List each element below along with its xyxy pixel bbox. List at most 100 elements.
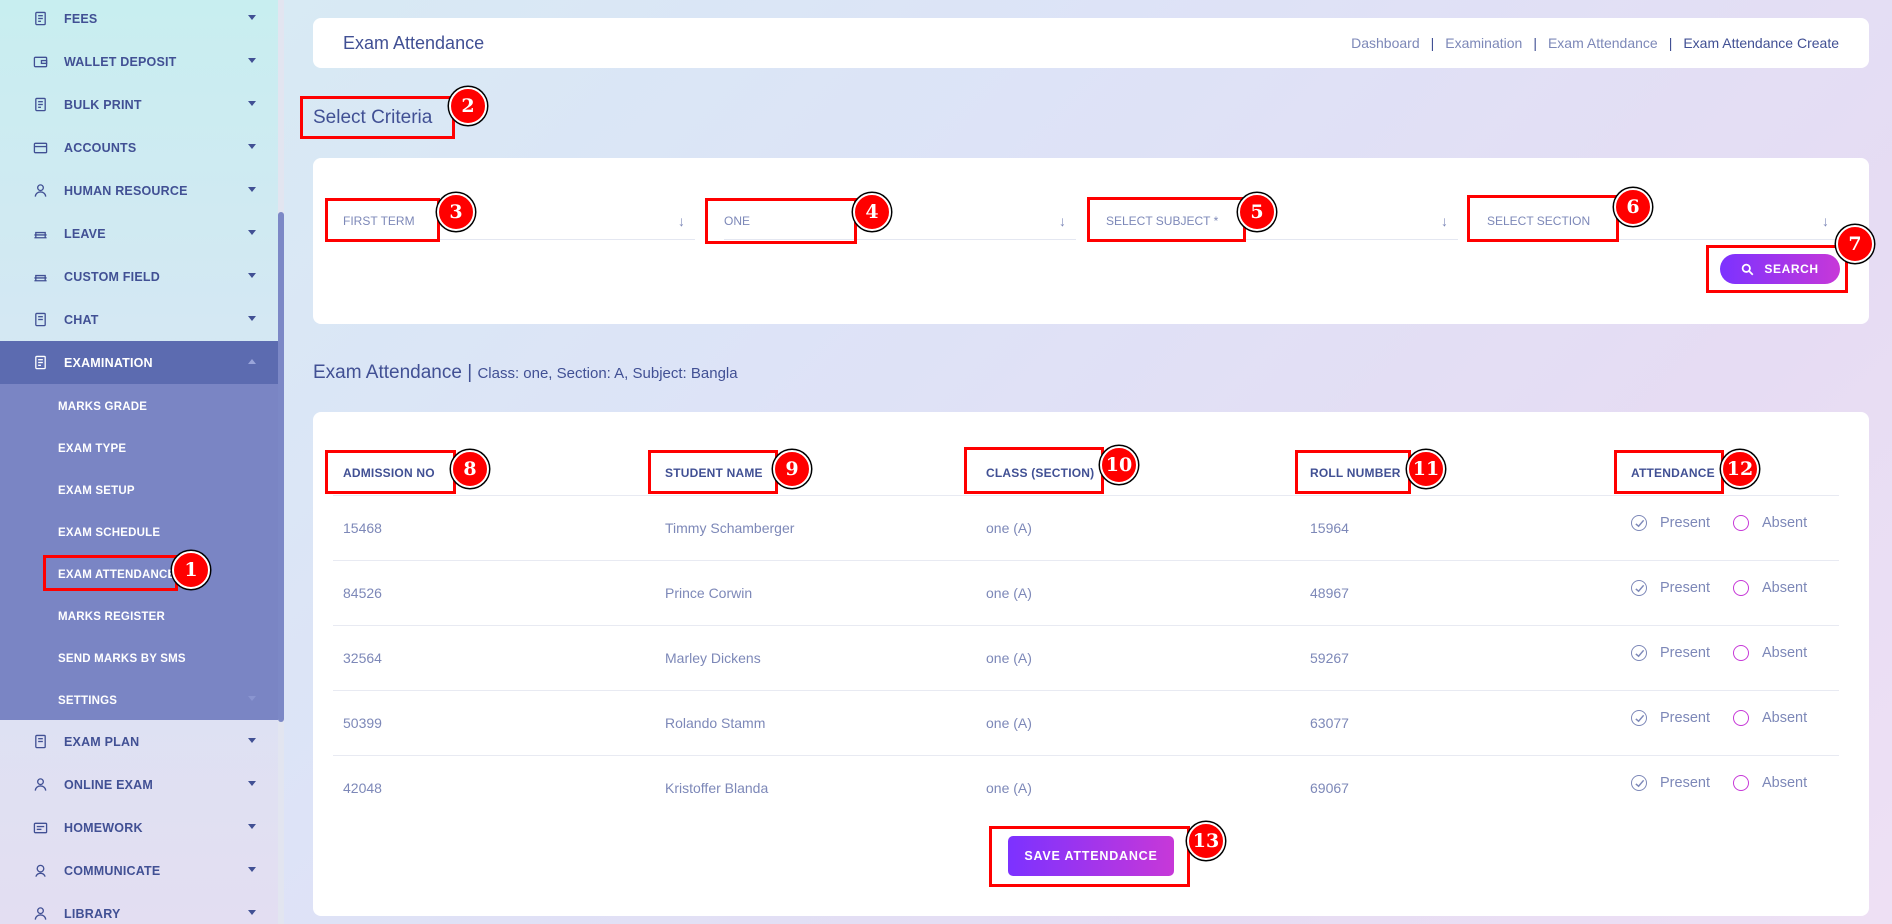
sidebar-item-chat[interactable]: CHAT <box>0 298 278 341</box>
attendance-title: Exam Attendance | Class: one, Section: A… <box>313 362 738 384</box>
attendance-subtitle: Class: one, Section: A, Subject: Bangla <box>477 365 738 382</box>
chevron-down-icon <box>248 738 256 743</box>
sidebar-item-homework[interactable]: HOMEWORK <box>0 806 278 849</box>
submenu-item-send-marks-by-sms[interactable]: SEND MARKS BY SMS <box>58 653 186 665</box>
absent-label: Absent <box>1762 775 1808 791</box>
chat-icon <box>32 312 48 328</box>
sidebar-item-leave[interactable]: LEAVE <box>0 212 278 255</box>
absent-radio[interactable]: Absent <box>1733 710 1807 726</box>
library-icon <box>32 906 48 922</box>
wallet-icon <box>32 54 48 70</box>
sidebar-item-accounts[interactable]: ACCOUNTS <box>0 126 278 169</box>
radio-circle-icon <box>1733 580 1749 596</box>
sidebar-item-wallet-deposit[interactable]: WALLET DEPOSIT <box>0 40 278 83</box>
breadcrumb-examination[interactable]: Examination <box>1445 35 1522 51</box>
absent-radio[interactable]: Absent <box>1733 580 1807 596</box>
breadcrumb: Dashboard | Examination | Exam Attendanc… <box>1351 35 1839 51</box>
arrow-down-icon: ↓ <box>1059 213 1066 229</box>
sidebar-item-label: COMMUNICATE <box>64 863 161 878</box>
annotation-box <box>989 826 1190 887</box>
cell-student-name: Marley Dickens <box>665 650 761 666</box>
absent-radio[interactable]: Absent <box>1733 515 1807 531</box>
sidebar-item-fees[interactable]: FEES <box>0 0 278 40</box>
sidebar-item-examination[interactable]: EXAMINATION <box>0 341 278 384</box>
annotation-box <box>648 450 778 494</box>
cell-class-section: one (A) <box>986 715 1032 731</box>
online-exam-icon <box>32 777 48 793</box>
present-radio[interactable]: Present <box>1631 710 1710 726</box>
chevron-down-icon <box>248 58 256 63</box>
annotation-box <box>1614 450 1724 494</box>
annotation-badge: 7 <box>1836 225 1874 263</box>
present-radio[interactable]: Present <box>1631 645 1710 661</box>
sidebar-item-label: FEES <box>64 11 98 26</box>
submenu-item-marks-grade[interactable]: MARKS GRADE <box>58 401 147 413</box>
chevron-down-icon <box>248 781 256 786</box>
breadcrumb-exam-attendance[interactable]: Exam Attendance <box>1548 35 1658 51</box>
chevron-down-icon <box>248 696 256 701</box>
sidebar-item-custom-field[interactable]: CUSTOM FIELD <box>0 255 278 298</box>
submenu-item-exam-schedule[interactable]: EXAM SCHEDULE <box>58 527 160 539</box>
breadcrumb-dashboard[interactable]: Dashboard <box>1351 35 1420 51</box>
submenu-item-marks-register[interactable]: MARKS REGISTER <box>58 611 165 623</box>
radio-circle-icon <box>1733 515 1749 531</box>
absent-label: Absent <box>1762 645 1808 661</box>
scrollbar-thumb[interactable] <box>278 212 284 722</box>
sidebar-item-label: EXAMINATION <box>64 355 153 370</box>
absent-radio[interactable]: Absent <box>1733 775 1807 791</box>
sidebar-scrollbar[interactable] <box>278 0 284 924</box>
annotation-badge: 1 <box>172 551 210 589</box>
breadcrumb-separator: | <box>1533 35 1537 51</box>
present-radio[interactable]: Present <box>1631 775 1710 791</box>
annotation-badge: 2 <box>449 87 487 125</box>
cell-admission-no: 50399 <box>343 715 382 731</box>
sidebar-item-label: BULK PRINT <box>64 97 142 112</box>
annotation-badge: 11 <box>1407 450 1445 488</box>
annotation-box <box>300 96 455 139</box>
chevron-down-icon <box>248 867 256 872</box>
attendance-heading: Exam Attendance | <box>313 362 473 383</box>
present-radio[interactable]: Present <box>1631 580 1710 596</box>
sidebar-item-human-resource[interactable]: HUMAN RESOURCE <box>0 169 278 212</box>
sidebar-item-library[interactable]: LIBRARY <box>0 892 278 924</box>
present-label: Present <box>1660 775 1710 791</box>
annotation-box <box>1706 245 1848 293</box>
fees-icon <box>32 11 48 27</box>
absent-radio[interactable]: Absent <box>1733 645 1807 661</box>
cell-student-name: Kristoffer Blanda <box>665 780 769 796</box>
print-icon <box>32 97 48 113</box>
examination-submenu: MARKS GRADE EXAM TYPE EXAM SETUP EXAM SC… <box>0 384 278 720</box>
annotation-badge: 9 <box>773 450 811 488</box>
submenu-item-exam-type[interactable]: EXAM TYPE <box>58 443 126 455</box>
sidebar-item-online-exam[interactable]: ONLINE EXAM <box>0 763 278 806</box>
present-radio[interactable]: Present <box>1631 515 1710 531</box>
cell-roll-number: 15964 <box>1310 520 1349 536</box>
homework-icon <box>32 820 48 836</box>
arrow-down-icon: ↓ <box>678 213 685 229</box>
annotation-badge: 3 <box>437 193 475 231</box>
sidebar-item-bulk-print[interactable]: BULK PRINT <box>0 83 278 126</box>
annotation-box <box>1467 195 1619 242</box>
submenu-item-exam-setup[interactable]: EXAM SETUP <box>58 485 135 497</box>
radio-circle-icon <box>1733 775 1749 791</box>
breadcrumb-separator: | <box>1668 35 1673 51</box>
submenu-item-settings[interactable]: SETTINGS <box>58 695 117 707</box>
absent-label: Absent <box>1762 515 1808 531</box>
table-divider <box>333 560 1839 561</box>
check-icon <box>1631 645 1647 661</box>
chevron-down-icon <box>248 273 256 278</box>
cell-admission-no: 15468 <box>343 520 382 536</box>
exam-plan-icon <box>32 734 48 750</box>
sidebar-item-exam-plan[interactable]: EXAM PLAN <box>0 720 278 763</box>
chevron-down-icon <box>248 15 256 20</box>
sidebar-item-label: LIBRARY <box>64 906 121 921</box>
cell-student-name: Timmy Schamberger <box>665 520 795 536</box>
sidebar-item-communicate[interactable]: COMMUNICATE <box>0 849 278 892</box>
cell-student-name: Prince Corwin <box>665 585 753 601</box>
annotation-badge: 6 <box>1614 188 1652 226</box>
annotation-box <box>1295 450 1411 494</box>
chevron-down-icon <box>248 824 256 829</box>
annotation-badge: 10 <box>1100 446 1138 484</box>
radio-circle-icon <box>1733 645 1749 661</box>
present-label: Present <box>1660 515 1710 531</box>
